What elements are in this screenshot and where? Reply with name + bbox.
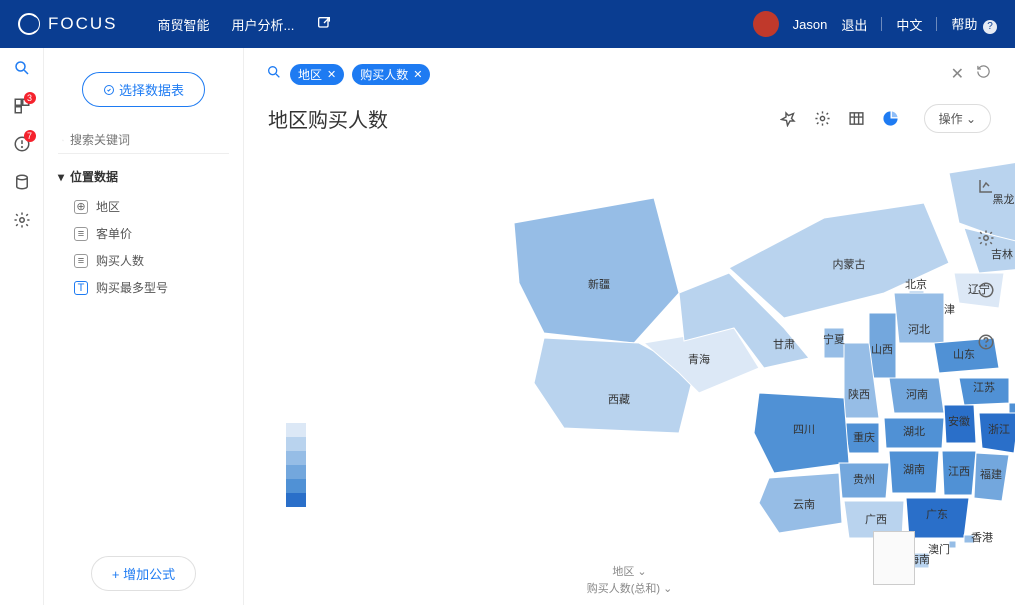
search-icon[interactable]: [12, 58, 32, 78]
chart-canvas: 新疆西藏青海甘肃内蒙古黑龙江吉林辽宁北京天津河北山西山东河南陕西宁夏江苏上海安徽…: [244, 143, 1015, 605]
province-shape[interactable]: [889, 451, 939, 493]
field-buyers[interactable]: ≡购买人数: [58, 247, 229, 274]
title-actions: 操作 ⌄: [780, 104, 991, 133]
settings-icon[interactable]: [12, 210, 32, 230]
app-logo: FOCUS: [18, 13, 118, 35]
china-map[interactable]: 新疆西藏青海甘肃内蒙古黑龙江吉林辽宁北京天津河北山西山东河南陕西宁夏江苏上海安徽…: [504, 143, 1015, 573]
tree-section-head[interactable]: ▾ 位置数据: [58, 168, 229, 185]
province-shape[interactable]: [949, 541, 956, 548]
header-right: Jason 退出 中文 帮助 ?: [753, 11, 997, 37]
export-icon[interactable]: [316, 15, 332, 34]
clear-icon[interactable]: ✕: [949, 62, 966, 86]
province-shape[interactable]: [942, 451, 976, 495]
help-icon[interactable]: [971, 327, 1001, 357]
table-icon[interactable]: [848, 110, 866, 128]
province-shape[interactable]: [964, 535, 974, 543]
top-nav: 商贸智能 用户分析...: [158, 15, 333, 34]
chevron-down-icon: ▾: [58, 170, 64, 184]
chart-type-icon[interactable]: [882, 110, 900, 128]
province-shape[interactable]: [824, 328, 844, 358]
refresh-icon[interactable]: [974, 62, 993, 86]
app-header: FOCUS 商贸智能 用户分析... Jason 退出 中文 帮助 ?: [0, 0, 1015, 48]
lang-switch[interactable]: 中文: [896, 15, 922, 34]
province-shape[interactable]: [944, 405, 976, 443]
chevron-down-icon[interactable]: ⌄: [637, 566, 646, 578]
search-icon[interactable]: [266, 64, 282, 85]
query-chip-buyers[interactable]: 购买人数✕: [352, 64, 430, 85]
gear-icon[interactable]: [814, 110, 832, 128]
province-label: 澳门: [928, 542, 950, 556]
nav-item-user-analysis[interactable]: 用户分析...: [232, 15, 295, 34]
title-row: 地区购买人数 操作 ⌄: [244, 100, 1015, 143]
avatar[interactable]: [753, 11, 779, 37]
province-shape[interactable]: [889, 378, 944, 413]
username[interactable]: Jason: [793, 17, 828, 32]
query-bar: 地区✕ 购买人数✕ ✕: [244, 48, 1015, 100]
keyword-search[interactable]: [58, 127, 229, 154]
chart-side-tools: [971, 171, 1001, 357]
province-shape[interactable]: [514, 198, 679, 343]
color-legend: [286, 423, 306, 507]
province-shape[interactable]: [906, 498, 969, 538]
globe-icon: ⊕: [74, 200, 88, 214]
province-shape[interactable]: [869, 313, 896, 378]
reset-icon[interactable]: [971, 275, 1001, 305]
axis-config-icon[interactable]: [971, 171, 1001, 201]
divider: [881, 17, 882, 31]
field-region[interactable]: ⊕地区: [58, 193, 229, 220]
sidebar: 选择数据表 ▾ 位置数据 ⊕地区 ≡客单价 ≡购买人数 T购买最多型号 + 增加…: [44, 48, 244, 605]
measure-icon: ≡: [74, 227, 88, 241]
chevron-down-icon: ⌄: [966, 112, 976, 126]
chart-title: 地区购买人数: [268, 104, 388, 133]
close-icon[interactable]: ✕: [413, 68, 422, 81]
logo-icon: [18, 13, 40, 35]
chevron-down-icon[interactable]: ⌄: [663, 583, 672, 595]
province-shape[interactable]: [959, 378, 1009, 405]
province-shape[interactable]: [974, 453, 1009, 501]
province-shape[interactable]: [754, 393, 849, 473]
province-shape[interactable]: [884, 418, 944, 448]
add-formula-button[interactable]: + 增加公式: [91, 556, 196, 591]
measure-icon: ≡: [74, 254, 88, 268]
keyword-search-input[interactable]: [70, 133, 225, 147]
divider: [936, 17, 937, 31]
text-icon: T: [74, 281, 88, 295]
province-shape[interactable]: [844, 423, 879, 453]
field-unit-price[interactable]: ≡客单价: [58, 220, 229, 247]
query-chip-region[interactable]: 地区✕: [290, 64, 344, 85]
select-table-button[interactable]: 选择数据表: [82, 72, 205, 107]
axis-labels: 地区 ⌄ 购买人数(总和) ⌄: [587, 564, 673, 599]
gear-icon[interactable]: [971, 223, 1001, 253]
dashboard-icon[interactable]: 3: [12, 96, 32, 116]
close-icon[interactable]: ✕: [327, 68, 336, 81]
province-shape[interactable]: [839, 463, 889, 498]
province-shape[interactable]: [894, 293, 944, 343]
left-rail: 3 7: [0, 48, 44, 605]
data-icon[interactable]: [12, 172, 32, 192]
pin-icon[interactable]: [780, 110, 798, 128]
help-link[interactable]: 帮助 ?: [951, 14, 997, 34]
logout-link[interactable]: 退出: [841, 15, 867, 34]
alerts-icon[interactable]: 7: [12, 134, 32, 154]
badge: 3: [24, 92, 36, 104]
province-shape[interactable]: [759, 473, 842, 533]
province-shape[interactable]: [979, 413, 1015, 453]
operations-button[interactable]: 操作 ⌄: [924, 104, 991, 133]
main-panel: 地区✕ 购买人数✕ ✕ 地区购买人数 操作 ⌄ 新疆西藏青海甘肃内蒙古黑龙江吉林…: [244, 48, 1015, 605]
field-top-model[interactable]: T购买最多型号: [58, 274, 229, 301]
app-name: FOCUS: [48, 14, 118, 34]
south-sea-inset: [873, 531, 915, 585]
nav-item-bi[interactable]: 商贸智能: [158, 15, 210, 34]
badge: 7: [24, 130, 36, 142]
